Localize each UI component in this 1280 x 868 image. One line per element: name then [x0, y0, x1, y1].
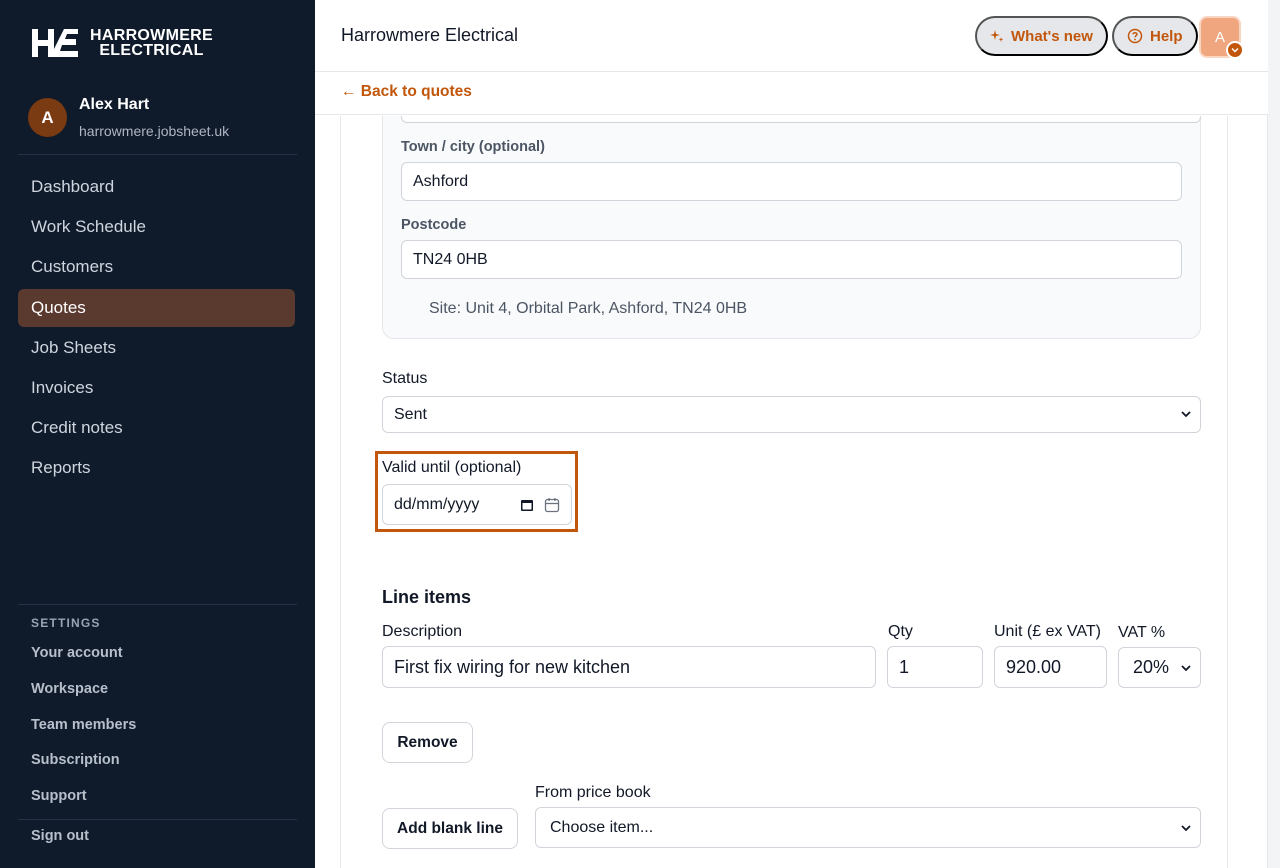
site-summary: Site: Unit 4, Orbital Park, Ashford, TN2… [429, 300, 748, 317]
user-name: Alex Hart [79, 96, 150, 113]
quote-form: Town / city (optional) Ashford Postcode … [315, 116, 1268, 868]
chevron-down-icon [1181, 825, 1191, 832]
settings-heading: SETTINGS [31, 616, 101, 630]
settings-nav: Your account Workspace Team members Subs… [31, 636, 136, 815]
line-item-unit-price-input[interactable]: 920.00 [994, 646, 1107, 688]
town-label: Town / city (optional) [401, 139, 545, 155]
form-left-border [340, 116, 341, 868]
help-label: Help [1150, 27, 1183, 45]
brand-logo[interactable]: HARROWMERE ELECTRICAL [30, 27, 213, 59]
town-input[interactable]: Ashford [401, 162, 1182, 201]
price-book-select-value: Choose item... [550, 819, 654, 836]
user-avatar: A [28, 98, 67, 137]
nav-item-credit-notes[interactable]: Credit notes [18, 409, 295, 447]
calendar-icon[interactable] [544, 497, 560, 513]
add-blank-line-button[interactable]: Add blank line [382, 808, 518, 849]
logo-line-1: HARROWMERE [90, 27, 213, 44]
nav-item-reports[interactable]: Reports [18, 449, 295, 487]
account-avatar-initial: A [1214, 28, 1225, 46]
site-address-card: Town / city (optional) Ashford Postcode … [382, 116, 1201, 339]
qty-header: Qty [888, 623, 913, 640]
sidebar-divider [18, 154, 297, 155]
postcode-label: Postcode [401, 217, 467, 233]
line-items-title: Line items [382, 587, 472, 607]
logo-mark-icon [32, 29, 78, 57]
chevron-down-icon [1226, 41, 1244, 59]
sign-out-link[interactable]: Sign out [31, 828, 89, 844]
whats-new-label: What's new [1011, 27, 1093, 45]
nav-item-work-schedule[interactable]: Work Schedule [18, 208, 295, 246]
settings-item-subscription[interactable]: Subscription [31, 743, 136, 779]
company-title: Harrowmere Electrical [341, 25, 519, 45]
nav-item-quotes[interactable]: Quotes [18, 288, 295, 327]
main-panel: Harrowmere Electrical What's new Help A … [315, 0, 1268, 868]
user-profile: A Alex Hart harrowmere.jobsheet.uk [28, 96, 229, 139]
postcode-input[interactable]: TN24 0HB [401, 240, 1182, 279]
sidebar: HARROWMERE ELECTRICAL A Alex Hart harrow… [0, 0, 315, 868]
vat-header: VAT % [1118, 624, 1166, 641]
logo-line-2: ELECTRICAL [99, 42, 204, 59]
sidebar-divider [18, 604, 297, 605]
sparkle-icon [990, 30, 1004, 42]
price-book-select[interactable]: Choose item... [535, 807, 1201, 848]
top-bar: Harrowmere Electrical What's new Help A [315, 0, 1268, 72]
help-button[interactable]: Help [1112, 16, 1198, 56]
main-nav: Dashboard Work Schedule Customers Quotes… [18, 168, 295, 490]
whats-new-button[interactable]: What's new [975, 16, 1108, 56]
line-item-qty-input[interactable]: 1 [887, 646, 983, 688]
nav-item-job-sheets[interactable]: Job Sheets [18, 329, 295, 367]
remove-line-button[interactable]: Remove [382, 722, 473, 763]
description-header: Description [382, 623, 463, 640]
status-select-value: Sent [394, 406, 427, 423]
logo-text: HARROWMERE ELECTRICAL [90, 27, 213, 59]
settings-item-support[interactable]: Support [31, 779, 136, 815]
line-item-vat-select[interactable]: 20% [1118, 647, 1201, 688]
settings-item-your-account[interactable]: Your account [31, 636, 136, 672]
address-line-input[interactable] [401, 116, 1201, 123]
form-right-border [1227, 116, 1228, 868]
help-circle-icon [1127, 28, 1143, 44]
settings-item-team-members[interactable]: Team members [31, 708, 136, 744]
vat-select-value: 20% [1133, 657, 1170, 677]
nav-item-dashboard[interactable]: Dashboard [18, 168, 295, 206]
nav-item-invoices[interactable]: Invoices [18, 369, 295, 407]
line-item-description-input[interactable]: First fix wiring for new kitchen [382, 646, 876, 688]
valid-until-label: Valid until (optional) [382, 459, 522, 476]
settings-item-workspace[interactable]: Workspace [31, 672, 136, 708]
user-domain: harrowmere.jobsheet.uk [79, 123, 230, 139]
calendar-picker-icon[interactable] [520, 498, 534, 512]
status-label: Status [382, 370, 428, 387]
sidebar-divider [18, 819, 297, 820]
nav-item-customers[interactable]: Customers [18, 248, 295, 286]
status-select[interactable]: Sent [382, 396, 1201, 433]
account-menu-button[interactable]: A [1199, 16, 1244, 59]
unit-price-header: Unit (£ ex VAT) [994, 623, 1101, 640]
chevron-down-icon [1181, 665, 1191, 672]
chevron-down-icon [1181, 411, 1191, 418]
back-to-quotes-link[interactable]: ← Back to quotes [341, 83, 472, 101]
sub-bar: ← Back to quotes [315, 72, 1268, 115]
date-placeholder: dd/mm/yyyy [394, 496, 480, 513]
price-book-label: From price book [535, 784, 651, 801]
valid-until-date-input[interactable]: dd/mm/yyyy [382, 484, 572, 525]
